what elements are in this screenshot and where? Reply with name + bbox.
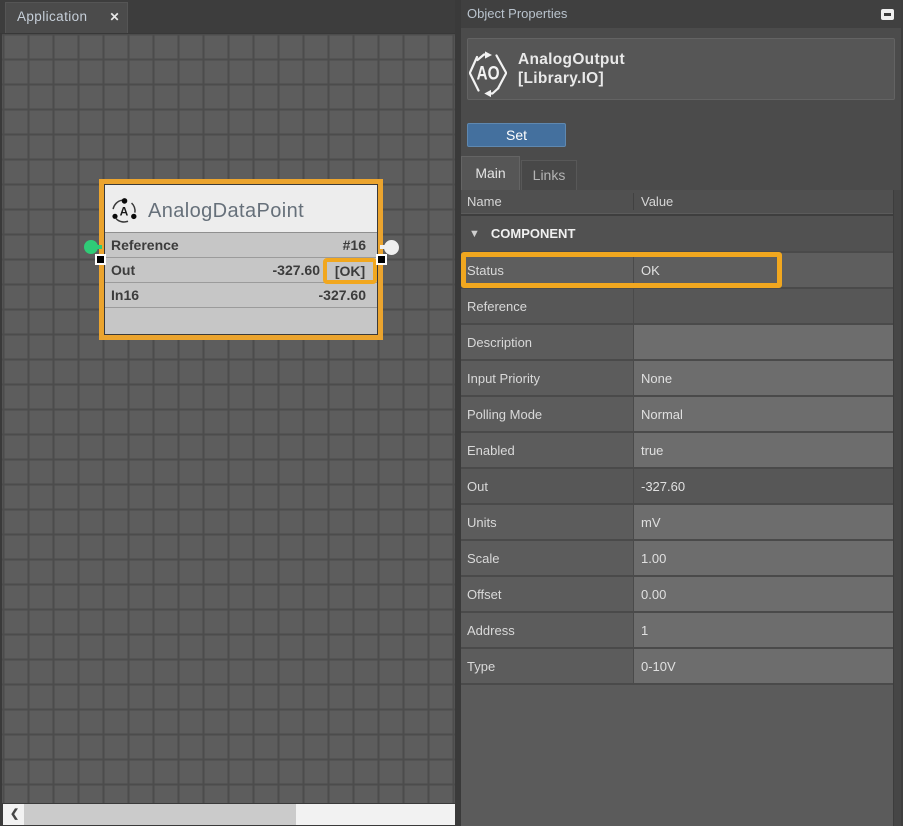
svg-text:A: A [120, 205, 129, 219]
svg-text:AO: AO [477, 64, 500, 85]
